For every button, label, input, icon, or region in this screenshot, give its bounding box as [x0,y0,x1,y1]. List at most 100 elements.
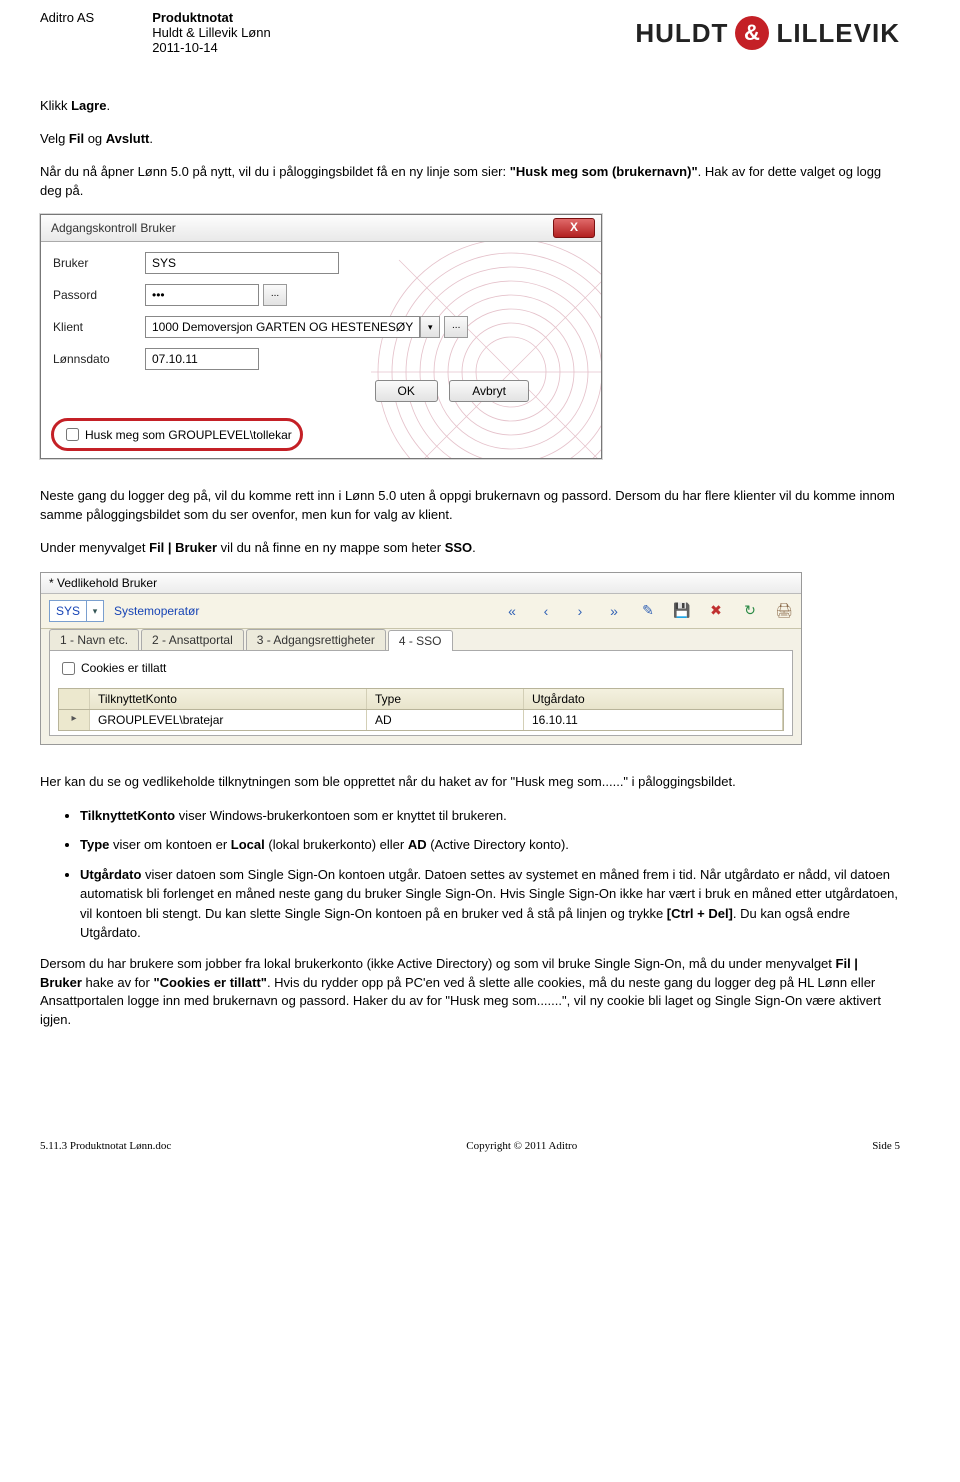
system-operator-label: Systemoperatør [114,604,199,618]
avbryt-button[interactable]: Avbryt [449,380,529,402]
tab-body: Cookies er tillatt TilknyttetKonto Type … [49,650,793,736]
input-passord[interactable]: ••• [145,284,259,306]
text: . [472,540,476,555]
text: Velg [40,131,69,146]
cookies-checkbox[interactable] [62,662,75,675]
input-bruker[interactable]: SYS [145,252,339,274]
ellipsis-button[interactable]: ... [263,284,287,306]
ok-button[interactable]: OK [375,380,438,402]
cookies-row: Cookies er tillatt [58,659,784,678]
text-bold: Type [80,837,109,852]
text-bold: "Cookies er tillatt" [153,975,266,990]
text-bold: SSO [445,540,472,555]
text: Klikk [40,98,71,113]
row-marker-icon: ▸ [59,710,90,730]
toolbar: SYS ▾ Systemoperatør « ‹ › » ✎ 💾 ✖ ↻ 🖨 [41,594,801,629]
delete-icon[interactable]: ✖ [707,603,725,619]
logo-text-left: HULDT [635,18,728,49]
text: (Active Directory konto). [427,837,569,852]
text: Når du nå åpner Lønn 5.0 på nytt, vil du… [40,164,510,179]
doc-meta: Produktnotat Huldt & Lillevik Lønn 2011-… [152,10,271,55]
grid-header: TilknyttetKonto Type Utgårdato [59,689,783,710]
text-bold: "Husk meg som (brukernavn)" [510,164,698,179]
print-icon[interactable]: 🖨 [775,603,793,619]
footer-right: Side 5 [872,1140,900,1152]
text-bold: Local [231,837,265,852]
label-dato: Lønnsdato [53,352,145,366]
brand-logo: HULDT & LILLEVIK [635,16,900,50]
after-text: Her kan du se og vedlikeholde tilknytnin… [40,773,900,1030]
combo-value: SYS [50,604,86,618]
first-icon[interactable]: « [503,603,521,619]
text-bold: [Ctrl + Del] [667,906,733,921]
input-klient[interactable]: 1000 Demoversjon GARTEN OG HESTENESØY [145,316,420,338]
tab-strip: 1 - Navn etc. 2 - Ansattportal 3 - Adgan… [41,629,801,650]
logo-text-right: LILLEVIK [776,18,900,49]
text: Dersom du har brukere som jobber fra lok… [40,956,836,971]
last-icon[interactable]: » [605,603,623,619]
cell-dato: 16.10.11 [524,710,783,730]
cell-type: AD [367,710,524,730]
window-titlebar: * Vedlikehold Bruker [41,573,801,594]
row-bruker: Bruker SYS [53,252,589,274]
text: vil du nå finne en ny mappe som heter [217,540,445,555]
sso-grid: TilknyttetKonto Type Utgårdato ▸ GROUPLE… [58,688,784,731]
text: og [84,131,106,146]
user-combo[interactable]: SYS ▾ [49,600,104,622]
tab-adgang[interactable]: 3 - Adgangsrettigheter [246,629,386,650]
sso-tab-screenshot: * Vedlikehold Bruker SYS ▾ Systemoperatø… [40,572,802,745]
tab-sso[interactable]: 4 - SSO [388,630,453,651]
next-icon[interactable]: › [571,603,589,619]
tab-navn[interactable]: 1 - Navn etc. [49,629,139,650]
grid-row[interactable]: ▸ GROUPLEVEL\bratejar AD 16.10.11 [59,710,783,730]
row-passord: Passord ••• ... [53,284,589,306]
logo-ampersand-icon: & [735,16,769,50]
text: Under menyvalget [40,540,149,555]
cookies-label: Cookies er tillatt [81,661,166,675]
prev-icon[interactable]: ‹ [537,603,555,619]
close-icon[interactable]: X [553,218,595,238]
text-bold: Utgårdato [80,867,141,882]
col-type: Type [367,689,524,709]
text: . [149,131,153,146]
list-item: Type viser om kontoen er Local (lokal br… [80,835,900,855]
text: viser om kontoen er [109,837,230,852]
text-bold: Lagre [71,98,106,113]
husk-meg-label: Husk meg som GROUPLEVEL\tollekar [85,428,292,442]
row-dato: Lønnsdato 07.10.11 [53,348,589,370]
row-klient: Klient 1000 Demoversjon GARTEN OG HESTEN… [53,316,589,338]
dialog-titlebar: Adgangskontroll Bruker X [41,215,601,242]
doc-title: Produktnotat [152,10,271,25]
document-header: Aditro AS Produktnotat Huldt & Lillevik … [40,10,900,55]
paragraph: Her kan du se og vedlikeholde tilknytnin… [40,773,900,792]
text-bold: Fil [69,131,84,146]
husk-meg-checkbox[interactable] [66,428,79,441]
col-utgardato: Utgårdato [524,689,783,709]
dialog-title: Adgangskontroll Bruker [51,221,176,235]
text: viser Windows-brukerkontoen som er knytt… [175,808,507,823]
footer-center: Copyright © 2011 Aditro [466,1140,577,1152]
page-footer: 5.11.3 Produktnotat Lønn.doc Copyright ©… [40,1140,900,1152]
bullet-list: TilknyttetKonto viser Windows-brukerkont… [60,806,900,943]
chevron-down-icon[interactable]: ▾ [86,601,103,621]
paragraph: Dersom du har brukere som jobber fra lok… [40,955,900,1030]
doc-date: 2011-10-14 [152,40,271,55]
label-passord: Passord [53,288,145,302]
tab-ansattportal[interactable]: 2 - Ansattportal [141,629,244,650]
ellipsis-button[interactable]: ... [444,316,468,338]
text-bold: Avslutt [106,131,150,146]
text: . [106,98,110,113]
company-name: Aditro AS [40,10,94,55]
footer-left: 5.11.3 Produktnotat Lønn.doc [40,1140,171,1152]
label-bruker: Bruker [53,256,145,270]
chevron-down-icon[interactable]: ▾ [420,316,440,338]
text: (lokal brukerkonto) eller [265,837,408,852]
paragraph: Neste gang du logger deg på, vil du komm… [40,487,900,525]
input-dato[interactable]: 07.10.11 [145,348,259,370]
text-bold: Fil | Bruker [149,540,217,555]
new-icon[interactable]: ✎ [639,603,657,619]
text-bold: TilknyttetKonto [80,808,175,823]
refresh-icon[interactable]: ↻ [741,603,759,619]
save-icon[interactable]: 💾 [673,603,691,619]
login-dialog-screenshot: Adgangskontroll Bruker X Bruker SYS [40,214,602,459]
